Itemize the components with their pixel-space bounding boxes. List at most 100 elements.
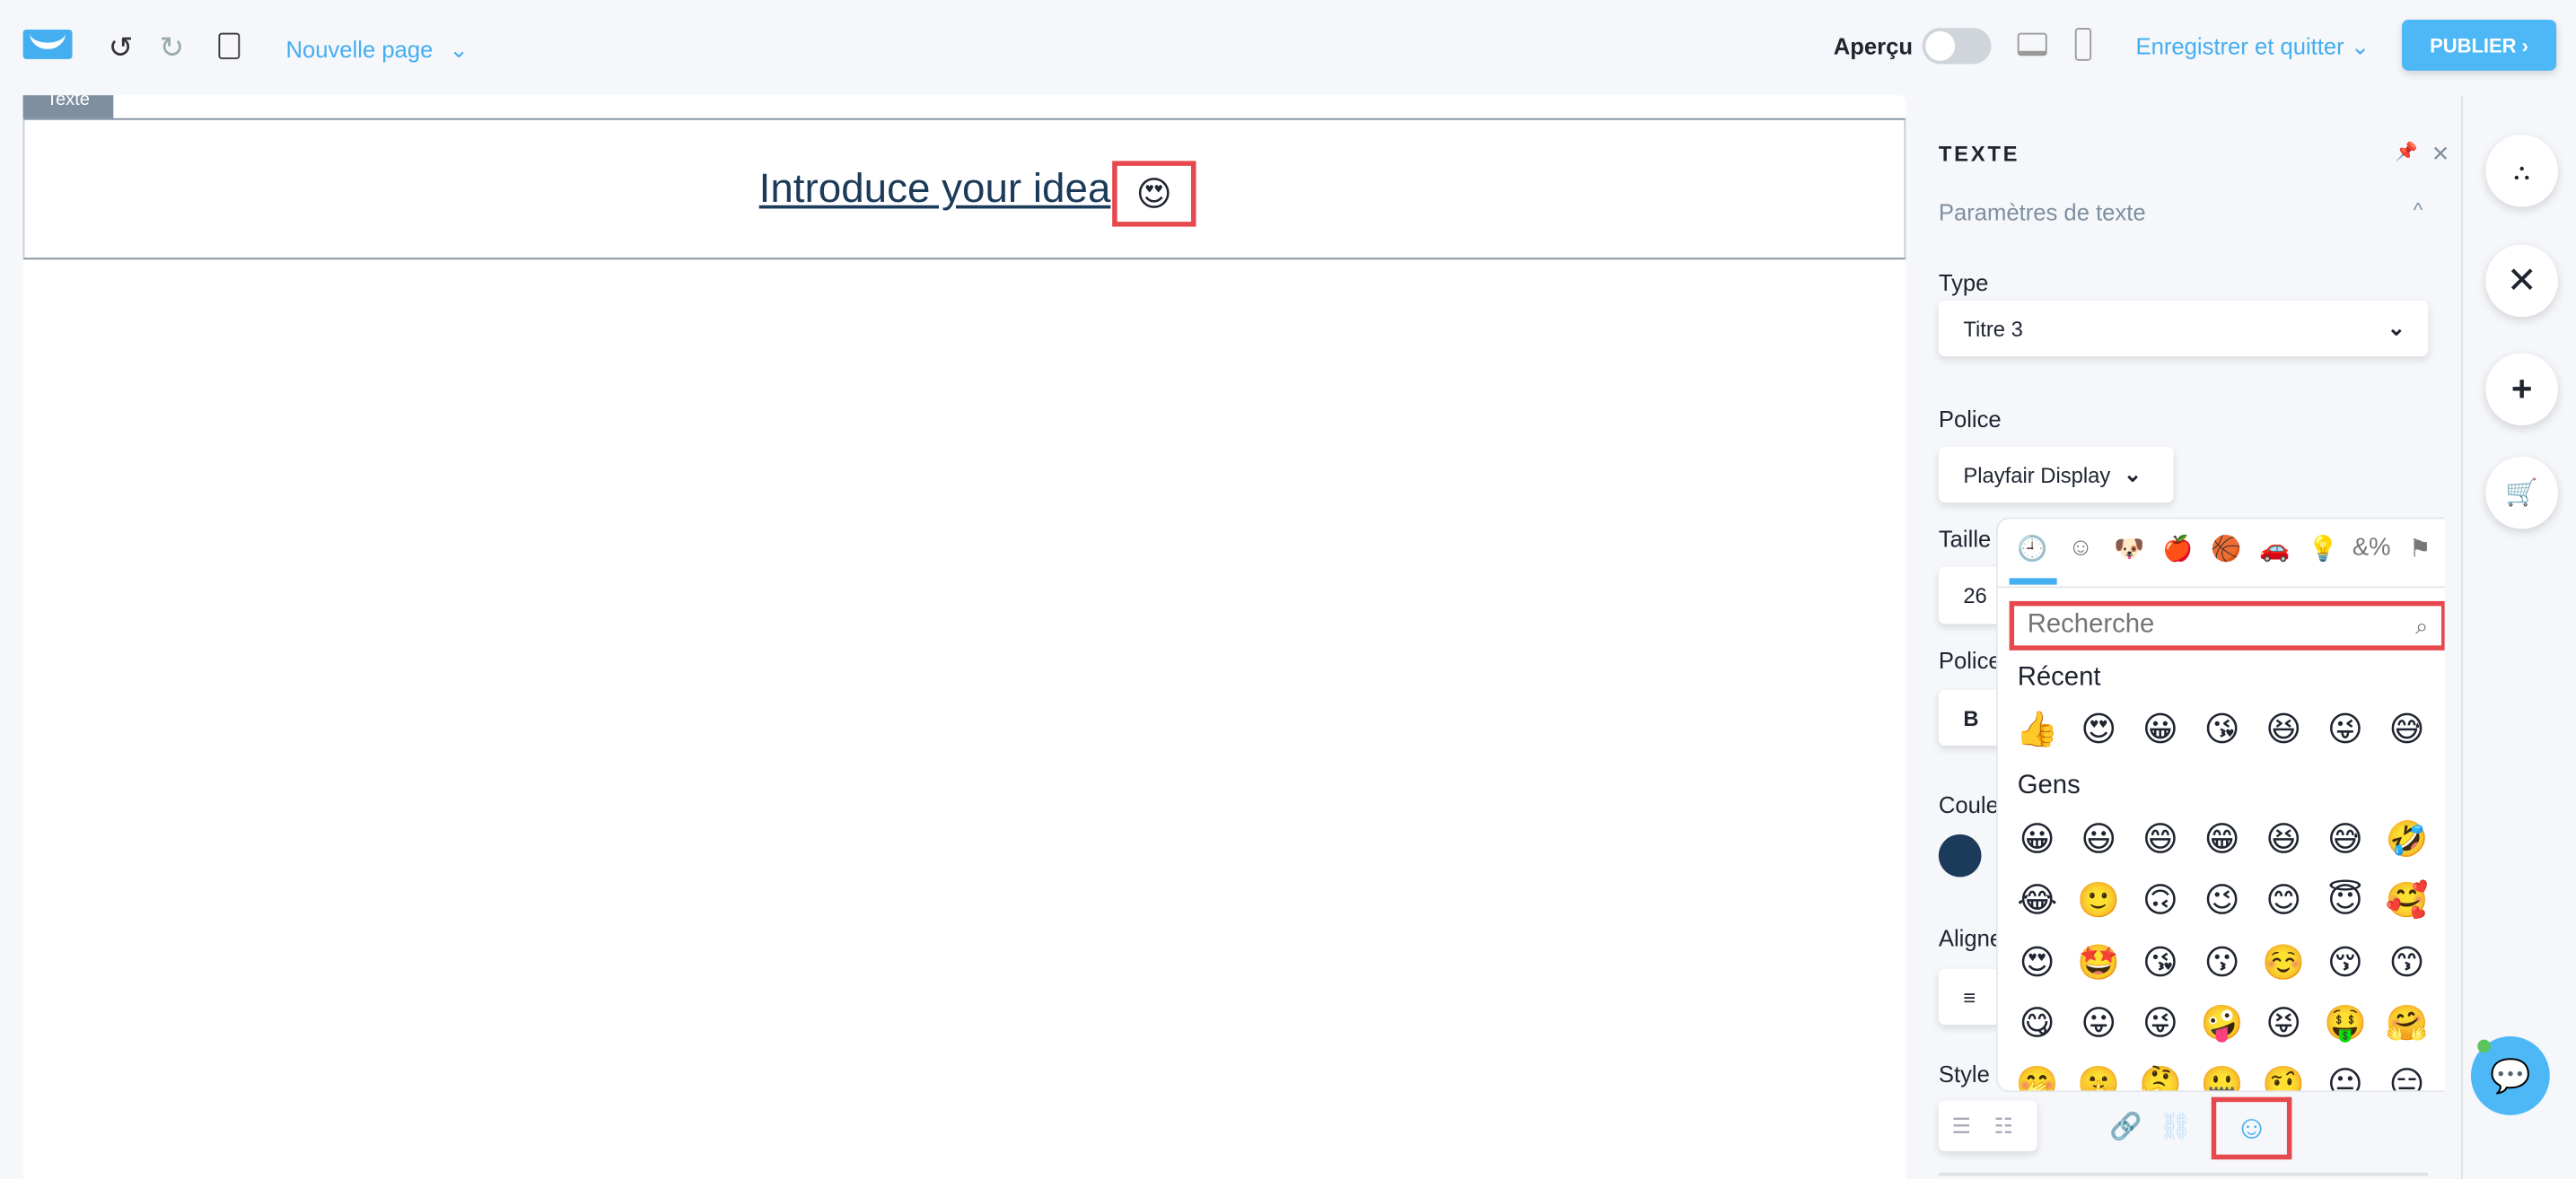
emoji-item[interactable]: 🤣 bbox=[2378, 818, 2437, 861]
emoji-item[interactable]: 😙 bbox=[2378, 940, 2437, 983]
emoji-item[interactable]: 😅 bbox=[2316, 818, 2375, 861]
undo-icon[interactable]: ↺ bbox=[109, 31, 134, 66]
emoji-item[interactable]: 😘 bbox=[2131, 940, 2190, 983]
add-element-button[interactable]: + bbox=[2485, 353, 2558, 426]
emoji-item[interactable]: 🙂 bbox=[2069, 879, 2128, 922]
emoji-item[interactable]: 😀 bbox=[2131, 708, 2190, 751]
list-buttons: ☰ ☷ bbox=[1938, 1100, 2037, 1152]
size-input[interactable]: 26 bbox=[1938, 566, 2005, 624]
panel-title: TEXTE bbox=[1938, 141, 2020, 166]
preview-toggle[interactable] bbox=[1922, 28, 1992, 65]
save-icon[interactable] bbox=[218, 32, 241, 59]
color-swatch[interactable] bbox=[1938, 834, 1982, 878]
unlink-icon[interactable]: ⛓ bbox=[2159, 1110, 2192, 1143]
emoji-item[interactable]: 😜 bbox=[2316, 708, 2375, 751]
panel-bottom-divider bbox=[1938, 1172, 2429, 1176]
heading-text[interactable]: Introduce your idea bbox=[759, 166, 1111, 214]
emoji-item[interactable]: 🤐 bbox=[2193, 1063, 2252, 1090]
online-status-dot bbox=[2477, 1039, 2491, 1053]
type-select[interactable]: Titre 3 ⌄ bbox=[1938, 300, 2429, 357]
close-editor-button[interactable]: ✕ bbox=[2485, 244, 2558, 318]
structure-button[interactable]: ⛬ bbox=[2485, 135, 2558, 207]
align-left-icon: ≡ bbox=[1963, 984, 1976, 1009]
emoji-item[interactable]: 😆 bbox=[2254, 818, 2313, 861]
emoji-item[interactable]: 😐 bbox=[2316, 1063, 2375, 1090]
preview-label: Aperçu bbox=[1833, 32, 1914, 59]
chevron-down-icon: ⌄ bbox=[2123, 461, 2142, 486]
emoji-item[interactable]: 😋 bbox=[2008, 1001, 2067, 1044]
inserted-emoji[interactable]: 😍 bbox=[1112, 161, 1196, 227]
emoji-item[interactable]: 😄 bbox=[2131, 818, 2190, 861]
bold-button[interactable]: B bbox=[1938, 689, 2005, 747]
emoji-item[interactable]: 😝 bbox=[2254, 1001, 2313, 1044]
people-heading: Gens bbox=[2017, 772, 2081, 800]
emoji-item[interactable]: 😊 bbox=[2254, 879, 2313, 922]
category-tab-food[interactable]: 🍎 bbox=[2156, 534, 2199, 563]
category-tab-symbols[interactable]: &% bbox=[2350, 534, 2393, 562]
emoji-item[interactable]: 🤗 bbox=[2378, 1001, 2437, 1044]
emoji-item[interactable]: 😃 bbox=[2069, 818, 2128, 861]
font-select[interactable]: Playfair Display ⌄ bbox=[1938, 446, 2174, 503]
emoji-item[interactable]: 🤑 bbox=[2316, 1001, 2375, 1044]
emoji-item[interactable]: 🤫 bbox=[2069, 1063, 2128, 1090]
pin-icon[interactable]: 📌 bbox=[2396, 141, 2418, 162]
emoji-item[interactable]: 😍 bbox=[2069, 708, 2128, 751]
link-icon[interactable]: 🔗 bbox=[2109, 1110, 2142, 1143]
emoji-item[interactable]: 🤨 bbox=[2254, 1063, 2313, 1090]
emoji-item[interactable]: 😘 bbox=[2193, 708, 2252, 751]
category-tab-animals[interactable]: 🐶 bbox=[2107, 534, 2151, 563]
category-tab-flags[interactable]: ⚑ bbox=[2398, 534, 2441, 563]
chevron-down-icon: ⌄ bbox=[2350, 32, 2370, 59]
emoji-item[interactable]: 😉 bbox=[2193, 879, 2252, 922]
font-value: Playfair Display bbox=[1963, 462, 2111, 487]
section-header[interactable]: Paramètres de texte bbox=[1939, 198, 2146, 224]
emoji-item[interactable]: 😛 bbox=[2069, 1001, 2128, 1044]
page-selector[interactable]: Nouvelle page ⌄ bbox=[285, 36, 468, 64]
category-tab-objects[interactable]: 💡 bbox=[2301, 534, 2344, 563]
category-tab-recent[interactable]: 🕘 bbox=[2011, 534, 2054, 563]
emoji-picker: ⌕ Récent Gens 🕘☺🐶🍎🏀🚗💡&%⚑👍😍😀😘😆😜😅😀😃😄😁😆😅🤣😂🙂… bbox=[1995, 517, 2445, 1093]
emoji-item[interactable]: 🥰 bbox=[2378, 879, 2437, 922]
app-logo[interactable] bbox=[22, 29, 73, 59]
emoji-item[interactable]: 😀 bbox=[2008, 818, 2067, 861]
emoji-item[interactable]: 🙃 bbox=[2131, 879, 2190, 922]
emoji-item[interactable]: 😆 bbox=[2254, 708, 2313, 751]
align-left-button[interactable]: ≡ bbox=[1938, 968, 2005, 1026]
emoji-item[interactable]: 🤩 bbox=[2069, 940, 2128, 983]
category-tab-smileys[interactable]: ☺ bbox=[2059, 534, 2102, 562]
emoji-item[interactable]: 😂 bbox=[2008, 879, 2067, 922]
emoji-item[interactable]: 😍 bbox=[2008, 940, 2067, 983]
category-tab-travel[interactable]: 🚗 bbox=[2253, 534, 2296, 563]
emoji-item[interactable]: 👍 bbox=[2008, 708, 2067, 751]
emoji-item[interactable]: 🤔 bbox=[2131, 1063, 2190, 1090]
emoji-item[interactable]: 🤭 bbox=[2008, 1063, 2067, 1090]
emoji-search[interactable]: ⌕ bbox=[2009, 600, 2445, 651]
mobile-view-icon[interactable] bbox=[2074, 28, 2092, 61]
publish-button[interactable]: PUBLIER › bbox=[2402, 19, 2557, 71]
cart-button[interactable]: 🛒 bbox=[2485, 456, 2558, 529]
emoji-search-input[interactable] bbox=[2027, 610, 2389, 641]
save-and-quit-button[interactable]: Enregistrer et quitter ⌄ bbox=[2136, 33, 2370, 61]
chevron-up-icon[interactable]: ^ bbox=[2414, 198, 2423, 222]
emoji-item[interactable]: 😚 bbox=[2316, 940, 2375, 983]
emoji-item[interactable]: 😇 bbox=[2316, 879, 2375, 922]
search-icon: ⌕ bbox=[2414, 611, 2429, 639]
close-icon[interactable]: ✕ bbox=[2431, 141, 2449, 167]
desktop-view-icon[interactable] bbox=[2017, 32, 2047, 57]
close-icon: ✕ bbox=[2506, 259, 2537, 301]
emoji-item[interactable]: 😗 bbox=[2193, 940, 2252, 983]
sitemap-icon: ⛬ bbox=[2513, 156, 2530, 184]
category-tab-activity[interactable]: 🏀 bbox=[2204, 534, 2247, 563]
emoji-item[interactable]: 😅 bbox=[2378, 708, 2437, 751]
numbered-list-icon[interactable]: ☷ bbox=[1993, 1113, 2012, 1139]
emoji-item[interactable]: 😑 bbox=[2378, 1063, 2437, 1090]
emoji-button[interactable]: ☺ bbox=[2211, 1096, 2292, 1160]
emoji-item[interactable]: 🤪 bbox=[2193, 1001, 2252, 1044]
emoji-item[interactable]: ☺️ bbox=[2254, 940, 2313, 983]
emoji-item[interactable]: 😜 bbox=[2131, 1001, 2190, 1044]
chat-bubbles-icon: 💬 bbox=[2490, 1058, 2531, 1095]
section-tab[interactable]: Texte bbox=[22, 95, 114, 118]
bullet-list-icon[interactable]: ☰ bbox=[1952, 1113, 1971, 1139]
emoji-item[interactable]: 😁 bbox=[2193, 818, 2252, 861]
redo-icon[interactable]: ↻ bbox=[160, 31, 185, 66]
